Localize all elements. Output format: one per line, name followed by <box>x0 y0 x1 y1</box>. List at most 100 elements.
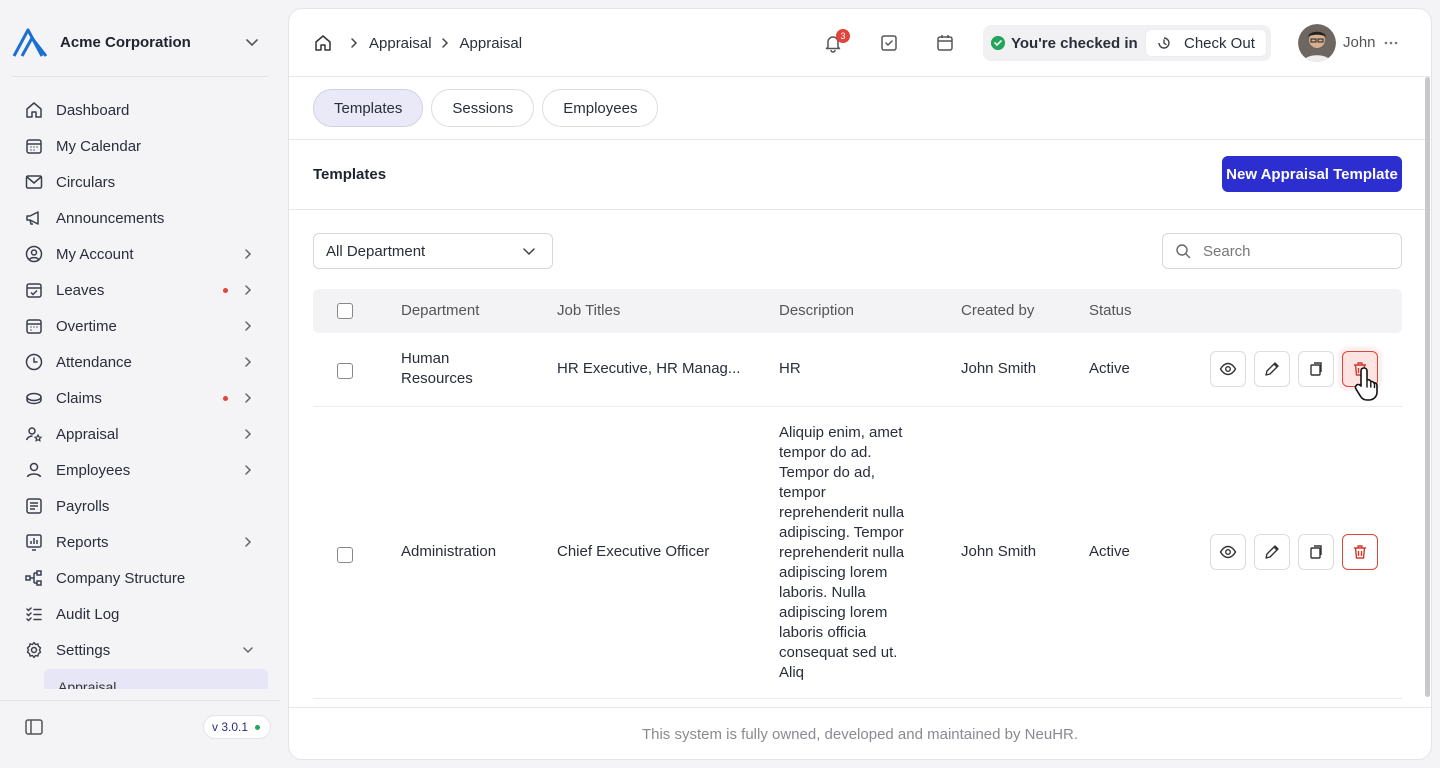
cell-description: Aliquip enim, amet tempor do ad. Tempor … <box>779 424 905 681</box>
sidebar-item-label: Audit Log <box>56 605 120 623</box>
sidebar-item-label: Attendance <box>56 353 132 371</box>
chevron-right-icon <box>245 357 252 367</box>
version-badge: v 3.0.1 <box>203 715 272 739</box>
sidebar-item-label: Reports <box>56 533 109 551</box>
chevron-down-icon <box>523 248 535 256</box>
mail-icon <box>25 175 43 189</box>
checklist-icon <box>26 607 42 622</box>
search-input[interactable] <box>1203 242 1393 260</box>
sidebar-item-label: Announcements <box>56 209 165 227</box>
gear-icon <box>26 641 42 659</box>
sidebar-item-label: Claims <box>56 389 102 407</box>
sidebar-item-employees[interactable]: Employees <box>16 452 268 488</box>
trash-icon <box>1354 545 1366 559</box>
sidebar-toggle-icon[interactable] <box>24 717 44 737</box>
hierarchy-icon <box>25 570 42 586</box>
sidebar-item-reports[interactable]: Reports <box>16 524 268 560</box>
scrollbar[interactable] <box>1425 77 1430 697</box>
tab-employees[interactable]: Employees <box>542 89 659 127</box>
table-row: Administration Chief Executive Officer A… <box>313 407 1402 699</box>
check-out-label: Check Out <box>1184 34 1255 52</box>
sidebar-item-label: My Calendar <box>56 137 142 155</box>
footer-text: This system is fully owned, developed an… <box>641 726 1079 743</box>
user-icon <box>26 462 42 478</box>
home-icon[interactable] <box>313 33 333 53</box>
duplicate-button[interactable] <box>1298 351 1334 387</box>
tab-templates[interactable]: Templates <box>313 89 424 127</box>
megaphone-icon <box>26 211 39 225</box>
view-button[interactable] <box>1210 534 1246 570</box>
column-header: Description <box>779 302 855 319</box>
divider <box>12 76 268 77</box>
sidebar-item-company-structure[interactable]: Company Structure <box>16 560 268 596</box>
row-checkbox[interactable] <box>337 363 353 379</box>
sidebar-item-circulars[interactable]: Circulars <box>16 164 268 200</box>
sidebar-item-payrolls[interactable]: Payrolls <box>16 488 268 524</box>
sidebar-item-settings[interactable]: Settings <box>16 632 268 668</box>
edit-button[interactable] <box>1254 351 1290 387</box>
section-title: Templates <box>313 166 387 183</box>
home-icon <box>26 102 42 118</box>
calendar-check-icon <box>26 283 42 298</box>
pencil-icon <box>1265 545 1279 559</box>
sidebar-subitem-appraisal[interactable]: Appraisal <box>44 669 268 689</box>
sidebar-item-label: Overtime <box>56 317 117 335</box>
sidebar-item-appraisal[interactable]: Appraisal <box>16 416 268 452</box>
copy-icon <box>1310 545 1322 559</box>
sidebar-item-my-calendar[interactable]: My Calendar <box>16 128 268 164</box>
column-header: Status <box>1089 302 1132 319</box>
search-box <box>1162 233 1402 269</box>
breadcrumb-item[interactable]: Appraisal <box>369 35 432 52</box>
checkin-status: You're checked in <box>1011 34 1138 52</box>
select-all-checkbox[interactable] <box>337 303 353 319</box>
pencil-icon <box>1265 362 1279 376</box>
calendar-icon[interactable] <box>935 33 955 53</box>
row-checkbox[interactable] <box>337 547 353 563</box>
sidebar-item-overtime[interactable]: Overtime <box>16 308 268 344</box>
user-name[interactable]: John <box>1343 34 1376 51</box>
column-header: Created by <box>961 302 1035 319</box>
edit-button[interactable] <box>1254 534 1290 570</box>
chevron-down-icon <box>243 647 253 654</box>
status-dot <box>255 724 261 730</box>
chevron-right-icon <box>245 285 252 295</box>
sidebar-item-attendance[interactable]: Attendance <box>16 344 268 380</box>
sidebar-item-dashboard[interactable]: Dashboard <box>16 92 268 128</box>
top-bar: Appraisal Appraisal 3 You're checked in … <box>289 9 1431 77</box>
sidebar-footer: v 3.0.1 <box>0 700 280 768</box>
avatar[interactable] <box>1298 24 1336 62</box>
tab-sessions[interactable]: Sessions <box>431 89 535 127</box>
cell-created-by: John Smith <box>961 360 1037 377</box>
view-button[interactable] <box>1210 351 1246 387</box>
sidebar-item-my-account[interactable]: My Account <box>16 236 268 272</box>
chevron-right-icon <box>351 38 358 48</box>
sidebar-item-claims[interactable]: Claims <box>16 380 268 416</box>
chevron-down-icon[interactable] <box>242 32 262 52</box>
task-check-icon[interactable] <box>879 33 899 53</box>
chevron-right-icon <box>245 429 252 439</box>
cell-status: Active <box>1089 360 1130 377</box>
department-select[interactable]: All Department <box>313 233 553 269</box>
department-select-value: All Department <box>326 242 426 260</box>
cell-job-titles: HR Executive, HR Manag... <box>557 360 741 377</box>
sidebar-item-audit-log[interactable]: Audit Log <box>16 596 268 632</box>
sidebar-item-label: Leaves <box>56 281 105 299</box>
sidebar-item-leaves[interactable]: Leaves <box>16 272 268 308</box>
clock-rotate-icon <box>1158 37 1170 49</box>
sidebar-item-announcements[interactable]: Announcements <box>16 200 268 236</box>
chevron-right-icon <box>441 38 448 48</box>
clock-icon <box>25 353 43 371</box>
coins-icon <box>26 392 42 405</box>
divider <box>289 139 1431 140</box>
more-horizontal-icon[interactable] <box>1381 33 1401 53</box>
cell-department: Human Resources <box>401 350 473 387</box>
sidebar-nav: Dashboard My Calendar Circulars Announcemen… <box>16 92 268 668</box>
pointer-cursor-icon <box>1354 367 1378 401</box>
attendance-widget: You're checked in Check Out <box>983 25 1271 61</box>
duplicate-button[interactable] <box>1298 534 1334 570</box>
new-appraisal-template-button[interactable]: New Appraisal Template <box>1222 156 1402 192</box>
check-out-button[interactable]: Check Out <box>1145 29 1267 57</box>
org-switcher[interactable]: Acme Corporation <box>12 24 268 60</box>
breadcrumb: Appraisal Appraisal <box>313 33 522 53</box>
delete-button[interactable] <box>1342 534 1378 570</box>
